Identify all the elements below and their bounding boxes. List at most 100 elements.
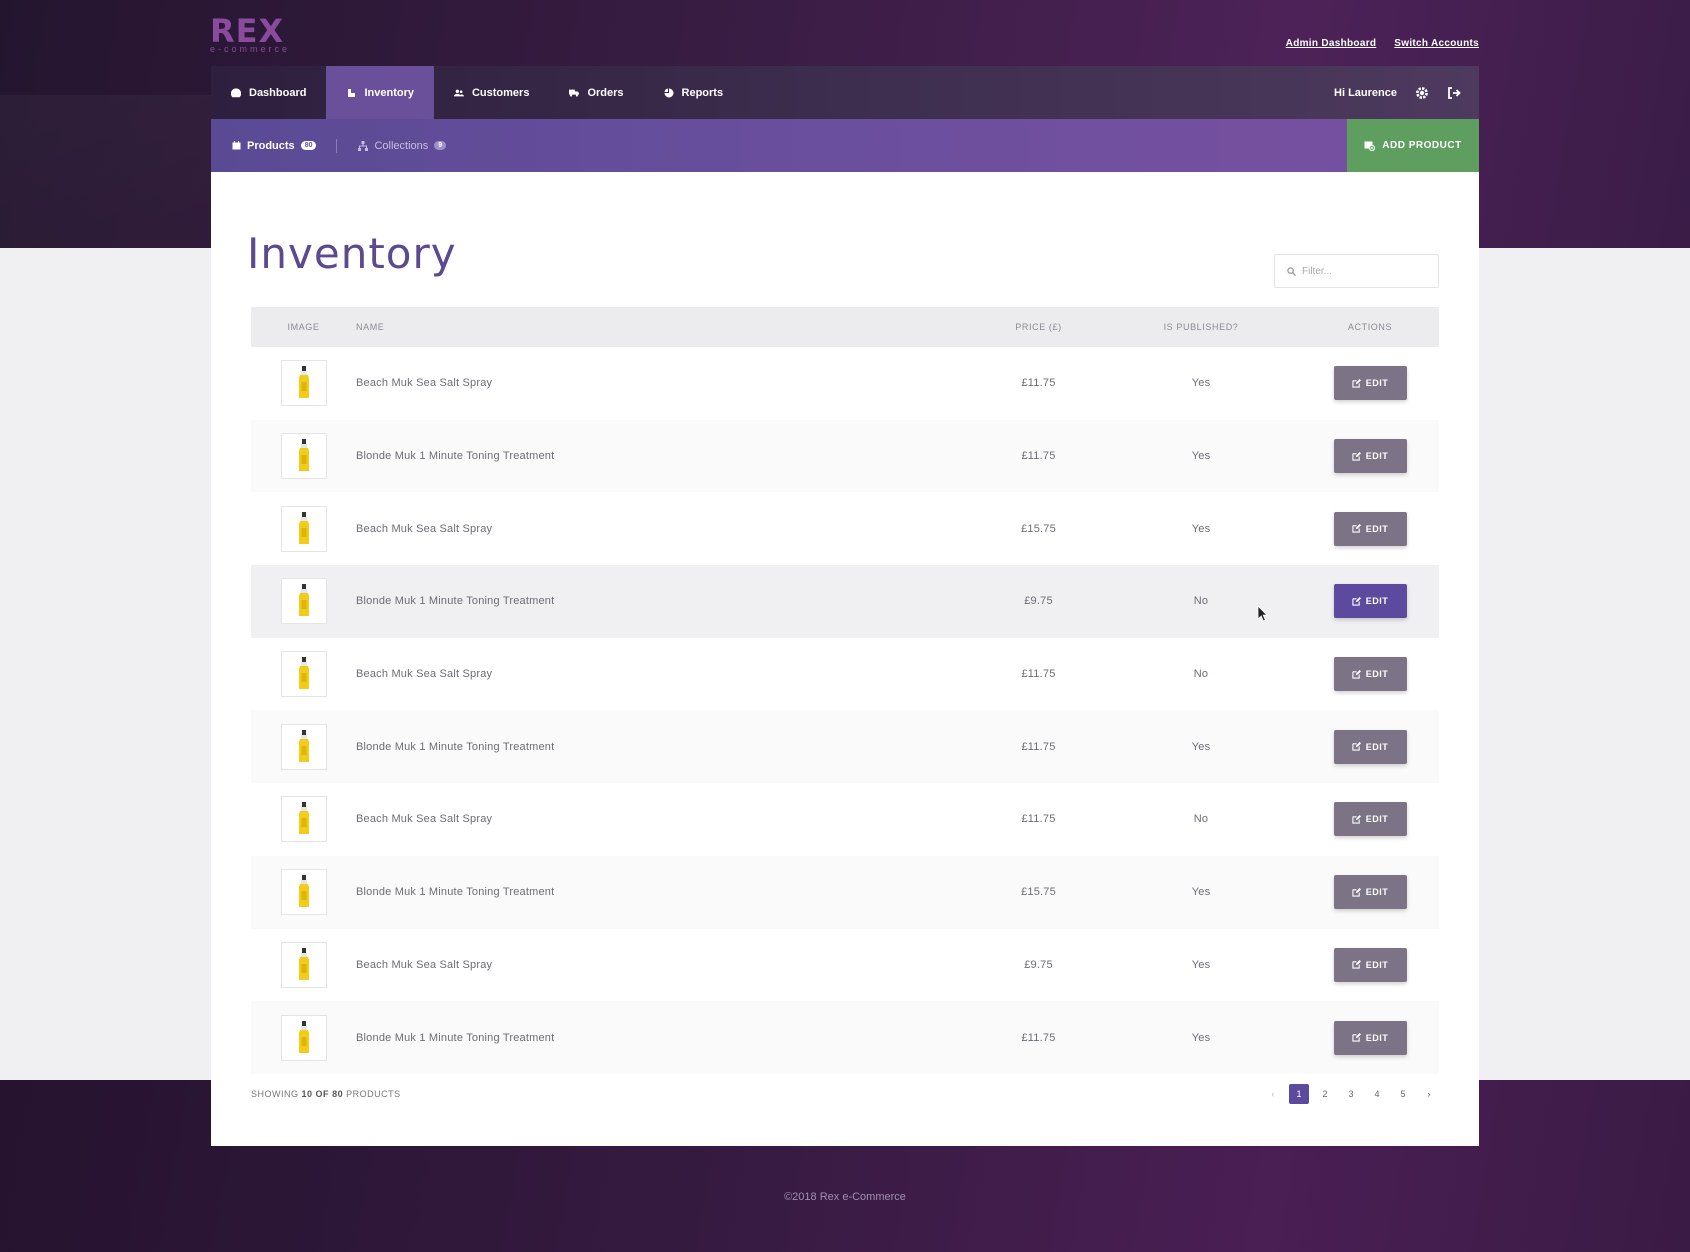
product-price: £11.75 [1021,377,1056,390]
top-links: Admin Dashboard Switch Accounts [1286,38,1479,49]
edit-button[interactable]: EDIT [1333,729,1407,764]
showing-of: OF [315,1089,330,1099]
table-row[interactable]: Blonde Muk 1 Minute Toning Treatment £9.7… [251,565,1439,638]
switch-accounts-link[interactable]: Switch Accounts [1394,38,1479,49]
showing-total: 80 [332,1089,344,1099]
edit-label: EDIT [1365,887,1389,898]
prev-page-button[interactable]: ‹ [1263,1084,1283,1104]
published-status: Yes [1191,958,1211,971]
product-price: £11.75 [1021,450,1056,463]
product-name: Beach Muk Sea Salt Spray [356,813,493,826]
header-image[interactable]: IMAGE [251,307,356,347]
edit-label: EDIT [1365,523,1389,534]
edit-icon [1352,742,1361,751]
table-row[interactable]: Blonde Muk 1 Minute Toning Treatment £11.… [251,1001,1439,1074]
subnav-collections[interactable]: Collections 9 [337,140,447,152]
table-row[interactable]: Beach Muk Sea Salt Spray £9.75 Yes EDIT [251,928,1439,1002]
table-header-row: IMAGE NAME PRICE (£) IS PUBLISHED? ACTIO… [251,307,1439,347]
filter-input[interactable] [1302,265,1432,277]
table-row[interactable]: Beach Muk Sea Salt Spray £11.75 Yes EDIT [251,347,1439,420]
admin-dashboard-link[interactable]: Admin Dashboard [1286,38,1377,49]
published-status: Yes [1191,522,1211,535]
inventory-icon [348,88,356,97]
add-product-button[interactable]: ADD PRODUCT [1347,119,1479,172]
actions-cell: EDIT [1301,347,1439,420]
product-thumbnail[interactable] [280,723,327,770]
nav-label-dashboard: Dashboard [249,86,307,99]
product-price: £9.75 [1024,595,1053,608]
image-cell [251,1001,356,1074]
table-row[interactable]: Blonde Muk 1 Minute Toning Treatment £15.… [251,855,1439,929]
user-area: Hi Laurence [1334,86,1479,100]
product-price: £9.75 [1024,958,1053,971]
header-name[interactable]: NAME [356,307,976,347]
edit-icon [1352,378,1361,388]
header-price[interactable]: PRICE (£) [976,307,1101,347]
edit-button[interactable]: EDIT [1333,657,1407,692]
page-button-4[interactable]: 4 [1367,1084,1387,1104]
nav-label-customers: Customers [471,86,530,99]
table-row[interactable]: Blonde Muk 1 Minute Toning Treatment £11.… [251,419,1439,493]
edit-button[interactable]: EDIT [1333,511,1407,546]
nav-item-dashboard[interactable]: Dashboard [211,66,326,119]
page-title: Inventory [247,229,457,278]
brand-name: REX [210,12,285,50]
edit-icon [1352,960,1361,969]
nav-item-inventory[interactable]: Inventory [326,66,434,119]
gear-icon[interactable] [1415,86,1429,100]
calendar-icon [232,141,241,150]
product-thumbnail[interactable] [280,941,327,988]
product-thumbnail[interactable] [280,433,327,480]
table-row[interactable]: Blonde Muk 1 Minute Toning Treatment £11.… [251,710,1439,784]
actions-cell: EDIT [1301,420,1439,493]
product-thumbnail[interactable] [280,360,327,407]
sub-nav: Products 80 Collections 9 ADD PRODUCT [211,119,1479,172]
table-row[interactable]: Beach Muk Sea Salt Spray £11.75 No EDIT [251,637,1439,711]
edit-button[interactable]: EDIT [1333,802,1407,837]
actions-cell: EDIT [1301,638,1439,711]
image-cell [251,710,356,783]
edit-button[interactable]: EDIT [1333,439,1407,474]
product-name: Beach Muk Sea Salt Spray [356,958,493,971]
product-name: Beach Muk Sea Salt Spray [356,522,493,535]
nav-item-customers[interactable]: Customers [434,66,549,119]
edit-button[interactable]: EDIT [1333,947,1407,982]
next-page-button[interactable]: › [1419,1084,1439,1104]
product-thumbnail[interactable] [280,651,327,698]
product-thumbnail[interactable] [280,1014,327,1061]
page-button-5[interactable]: 5 [1393,1084,1413,1104]
published-status: Yes [1191,886,1211,899]
published-status: Yes [1191,450,1211,463]
image-cell [251,638,356,711]
product-thumbnail[interactable] [280,578,327,625]
edit-button[interactable]: EDIT [1333,1020,1407,1055]
page-button-2[interactable]: 2 [1315,1084,1335,1104]
edit-label: EDIT [1365,959,1389,970]
page-button-1[interactable]: 1 [1289,1084,1309,1104]
brand-logo[interactable]: REX e-commerce [210,14,290,54]
user-greeting: Hi Laurence [1334,86,1397,99]
edit-button[interactable]: EDIT [1333,366,1407,401]
content-panel: Inventory IMAGE NAME PRICE (£) IS PUBLIS… [211,172,1479,1146]
nav-item-reports[interactable]: Reports [644,66,744,119]
edit-icon [1352,814,1361,824]
edit-label: EDIT [1365,669,1389,680]
product-price: £15.75 [1021,886,1056,899]
page-button-3[interactable]: 3 [1341,1084,1361,1104]
table-row[interactable]: Beach Muk Sea Salt Spray £11.75 No EDIT [251,783,1439,856]
logout-icon[interactable] [1447,86,1461,100]
product-thumbnail[interactable] [280,796,327,843]
product-thumbnail[interactable] [280,505,327,552]
header-published[interactable]: IS PUBLISHED? [1101,307,1301,347]
subnav-products[interactable]: Products 80 [211,140,317,152]
nav-label-orders: Orders [587,86,624,99]
edit-icon [1352,669,1361,679]
edit-button[interactable]: EDIT [1333,584,1407,619]
nav-label-reports: Reports [681,86,724,99]
published-status: Yes [1191,1031,1211,1044]
edit-button[interactable]: EDIT [1333,875,1407,910]
nav-item-orders[interactable]: Orders [549,66,643,119]
image-cell [251,783,356,856]
product-thumbnail[interactable] [280,869,327,916]
table-row[interactable]: Beach Muk Sea Salt Spray £15.75 Yes EDIT [251,492,1439,566]
